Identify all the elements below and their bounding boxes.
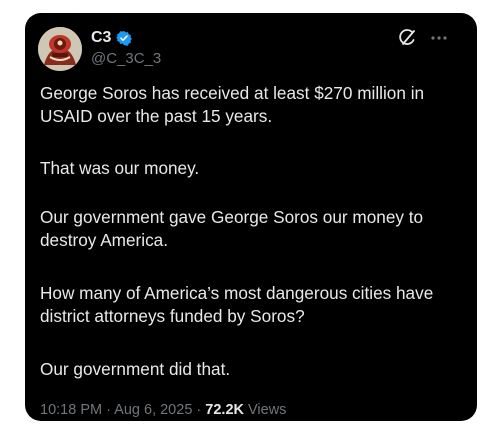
tweet-date[interactable]: Aug 6, 2025 xyxy=(114,402,192,418)
avatar[interactable] xyxy=(38,27,82,71)
tweet-paragraph: How many of America’s most dangerous cit… xyxy=(40,283,434,326)
tweet-paragraph: Our government gave George Soros our mon… xyxy=(40,207,424,250)
verified-badge-icon xyxy=(116,30,133,46)
author-row: C3 xyxy=(91,29,133,47)
avatar-image xyxy=(38,27,82,71)
tweet-paragraph: That was our money. xyxy=(40,158,200,178)
meta-separator: · xyxy=(192,402,206,418)
grok-icon[interactable] xyxy=(397,28,417,48)
views-count[interactable]: 72.2K xyxy=(205,402,244,418)
tweet-card: C3 @C_3C_3 George Soros has received at … xyxy=(25,13,477,421)
tweet-meta: 10:18 PM · Aug 6, 2025 · 72.2K Views xyxy=(40,401,286,419)
meta-separator: · xyxy=(102,402,115,418)
tweet-time[interactable]: 10:18 PM xyxy=(40,402,102,418)
views-label: Views xyxy=(243,402,287,418)
tweet-paragraph: George Soros has received at least $270 … xyxy=(40,83,425,126)
more-options-icon[interactable] xyxy=(429,28,449,48)
author-handle[interactable]: @C_3C_3 xyxy=(91,50,161,68)
tweet-paragraph: Our government did that. xyxy=(40,359,231,379)
author-display-name[interactable]: C3 xyxy=(91,29,111,47)
